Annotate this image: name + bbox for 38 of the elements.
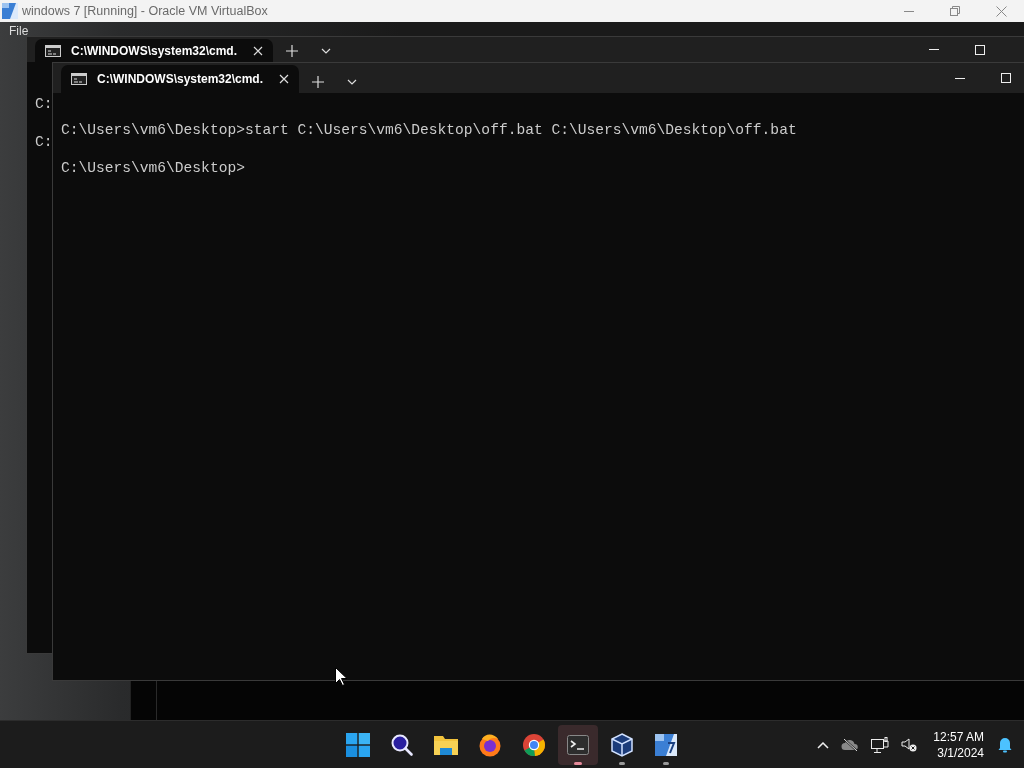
close-icon: [995, 5, 1007, 17]
minimize-icon: [955, 77, 965, 79]
window-title: windows 7 [Running] - Oracle VM VirtualBox: [22, 4, 269, 18]
restore-icon: [950, 6, 960, 16]
maximize-icon: [1001, 73, 1011, 83]
search-icon[interactable]: [390, 733, 414, 757]
menu-item[interactable]: File: [9, 24, 29, 38]
chevron-down-icon: [321, 48, 331, 54]
virtual-machine-icon[interactable]: [654, 733, 678, 757]
close-icon[interactable]: [253, 45, 263, 56]
cube-icon[interactable]: [611, 733, 633, 757]
plus-icon: [312, 76, 324, 88]
terminal-tab[interactable]: C:\WINDOWS\system32\cmd.: [35, 39, 273, 62]
browser-circle-icon[interactable]: [522, 733, 546, 757]
terminal-icon[interactable]: [567, 735, 589, 755]
terminal-tab[interactable]: C:\WINDOWS\system32\cmd.: [61, 65, 299, 93]
folder-icon[interactable]: [433, 733, 459, 757]
virtual-machine-icon: [2, 3, 18, 19]
cloud-off-icon: [841, 739, 860, 751]
bell-icon: [998, 737, 1012, 753]
console-icon: [45, 44, 61, 57]
console-line: C:\Users\vm6\Desktop>: [61, 159, 245, 178]
maximize-icon: [975, 44, 985, 55]
clock[interactable]: 12:57 AM 3/1/2024: [923, 729, 992, 761]
minimize-icon: [929, 49, 939, 50]
speaker-muted-icon: [901, 738, 918, 752]
chevron-down-icon: [347, 79, 357, 85]
minimize-icon: [904, 10, 914, 12]
close-icon[interactable]: [279, 74, 289, 84]
plus-icon: [286, 45, 298, 57]
console-icon: [71, 73, 87, 85]
chevron-up-icon: [817, 741, 830, 749]
console-line: C:\Users\vm6\Desktop>start C:\Users\vm6\Desktop\off.bat C:\Users\vm6\Desktop\off.bat: [61, 121, 797, 140]
network-icon: [871, 736, 890, 754]
console-line: C:: [35, 95, 53, 114]
console-line: C:: [35, 133, 53, 152]
windows-logo-icon[interactable]: [346, 733, 370, 757]
browser-fox-icon[interactable]: [478, 733, 502, 757]
